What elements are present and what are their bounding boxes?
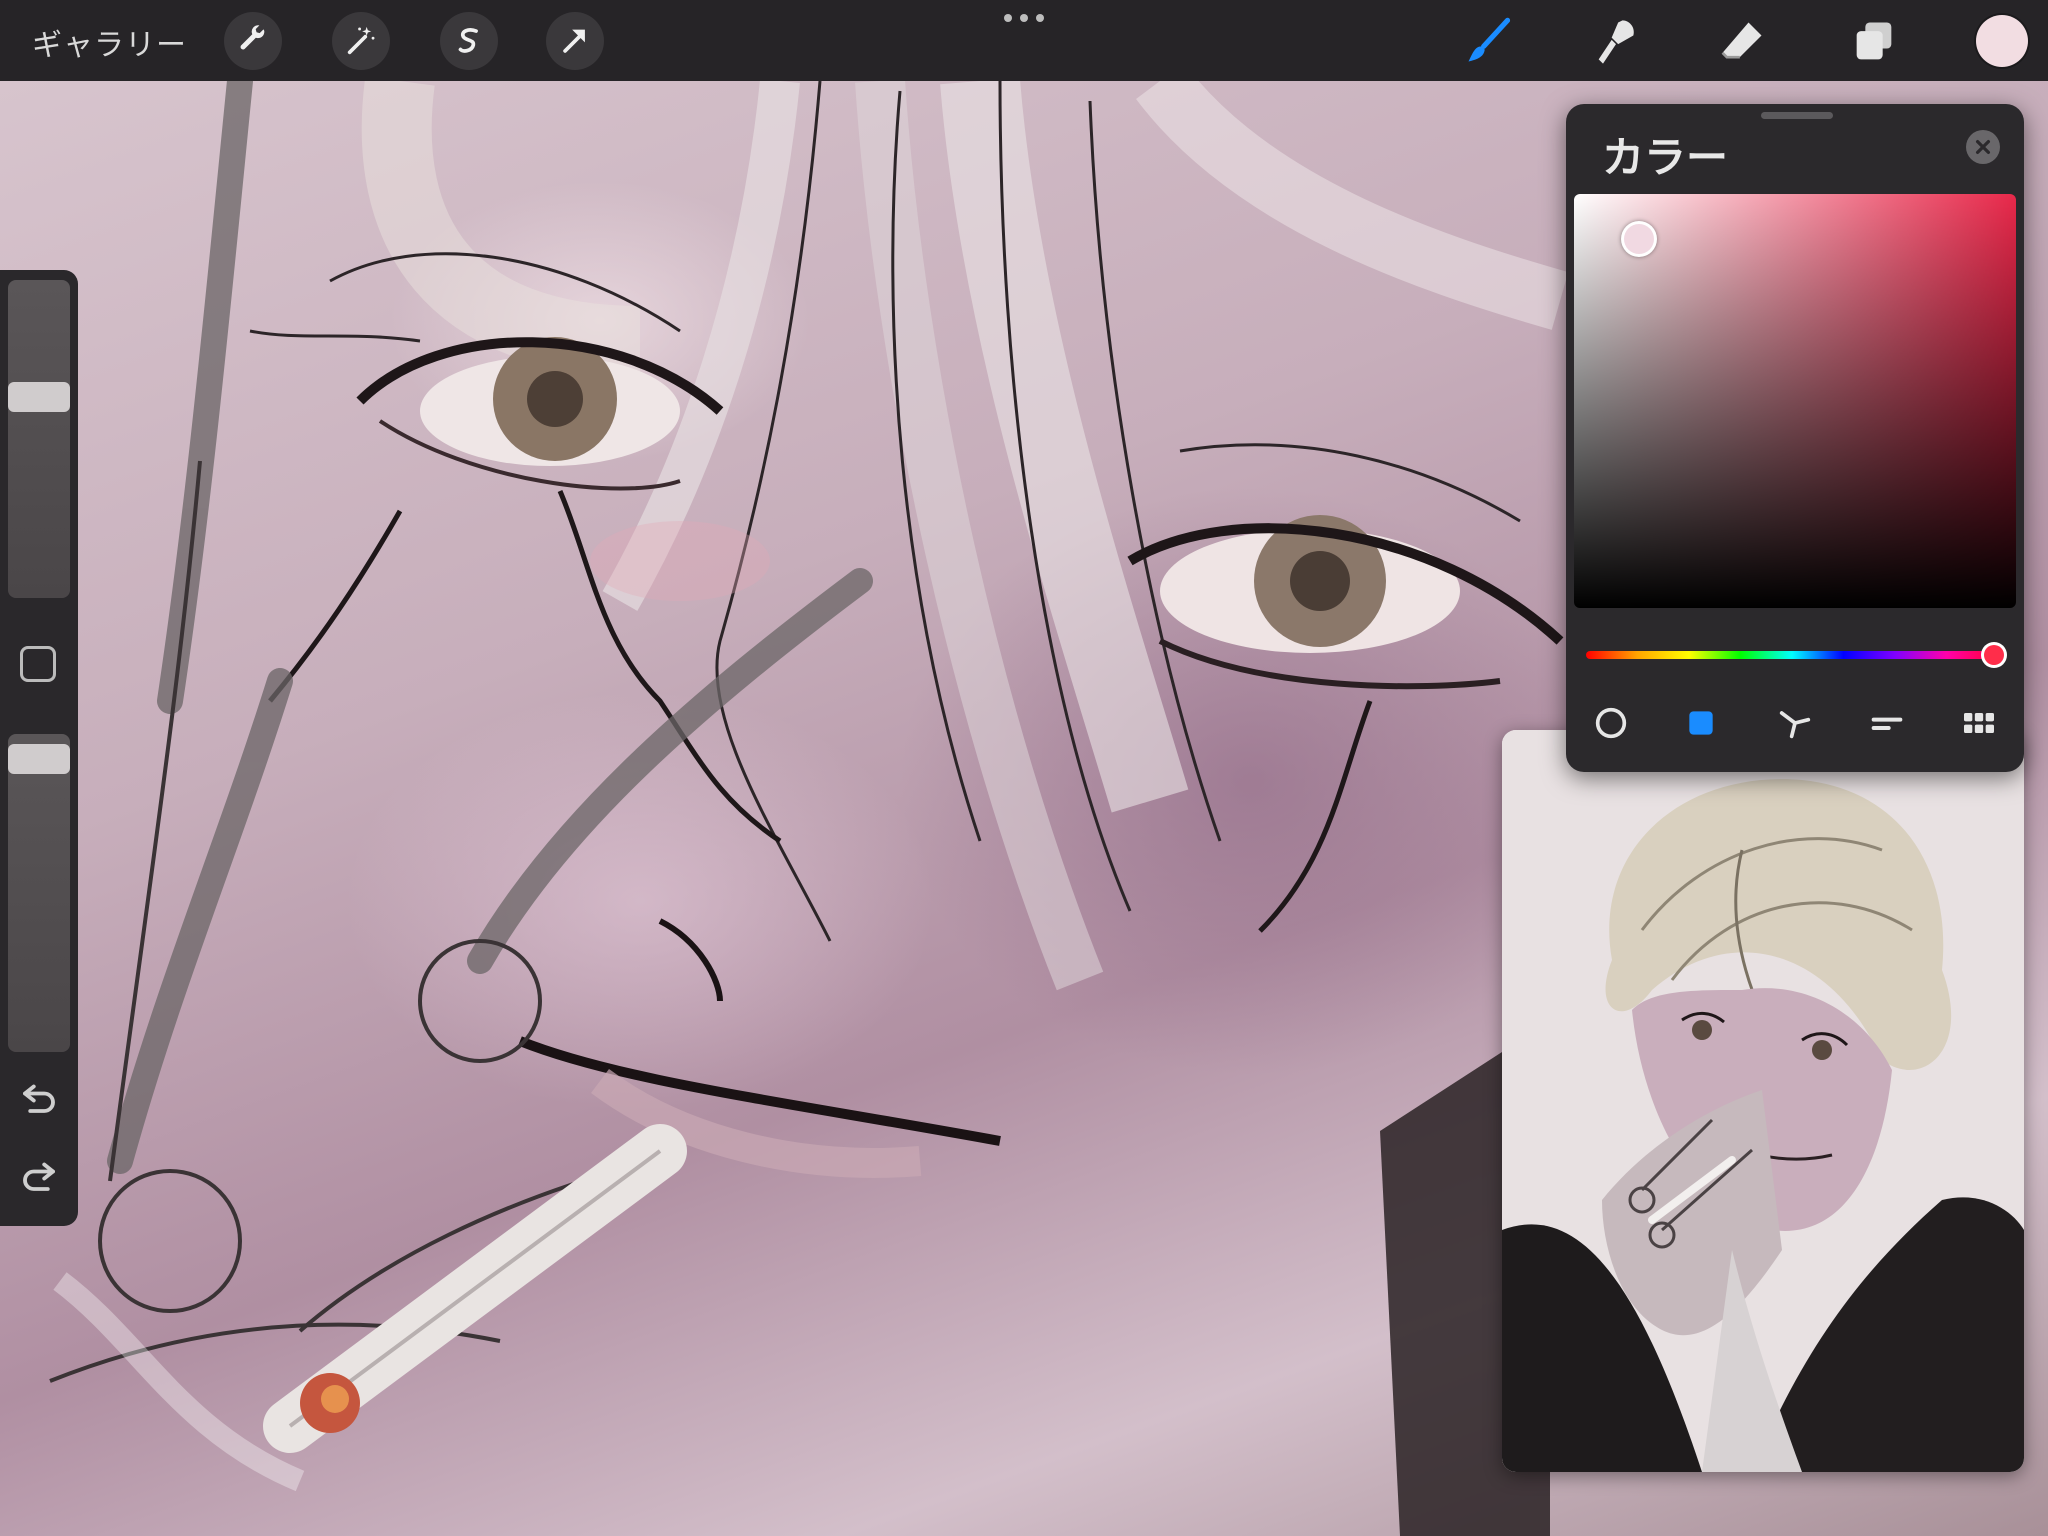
- selection-s-icon: [458, 28, 478, 53]
- disc-mode[interactable]: [1588, 700, 1634, 746]
- hue-slider-thumb[interactable]: [1984, 645, 2004, 665]
- actions-button[interactable]: [224, 12, 282, 70]
- magic-wand-icon: [347, 26, 375, 55]
- selection-button[interactable]: [440, 12, 498, 70]
- brush-tool[interactable]: [1456, 10, 1520, 74]
- adjustments-button[interactable]: [332, 12, 390, 70]
- palette-grid-icon: [1964, 713, 1994, 733]
- transform-button[interactable]: [546, 12, 604, 70]
- layers-button[interactable]: [1842, 10, 1906, 74]
- color-panel: カラー: [1566, 104, 2024, 772]
- modify-button[interactable]: [20, 646, 56, 682]
- value-mode[interactable]: [1864, 700, 1910, 746]
- layers-icon: [1856, 22, 1892, 60]
- color-panel-title: カラー: [1602, 133, 1729, 182]
- left-sidebar: [0, 270, 78, 1226]
- current-color-swatch[interactable]: [1976, 15, 2028, 67]
- disc-icon: [1595, 707, 1627, 739]
- reference-image: [1502, 730, 2024, 1472]
- harmony-mode[interactable]: [1772, 700, 1818, 746]
- more-dots-icon[interactable]: [1000, 8, 1048, 28]
- brush-size-thumb[interactable]: [8, 382, 70, 412]
- harmony-icon: [1779, 711, 1811, 739]
- palettes-mode[interactable]: [1956, 700, 2002, 746]
- gallery-button[interactable]: ギャラリー: [32, 20, 187, 64]
- reference-window[interactable]: [1502, 730, 2024, 1472]
- opacity-slider[interactable]: [8, 734, 70, 1052]
- undo-icon[interactable]: [18, 1076, 60, 1118]
- panel-grabber[interactable]: [1761, 112, 1833, 119]
- top-toolbar: ギャラリー: [0, 0, 2048, 81]
- close-panel-button[interactable]: [1966, 130, 2000, 164]
- redo-icon[interactable]: [18, 1154, 60, 1196]
- classic-mode[interactable]: [1678, 700, 1724, 746]
- smudge-tool[interactable]: [1584, 10, 1648, 74]
- opacity-thumb[interactable]: [8, 744, 70, 774]
- arrow-cursor-icon: [563, 29, 585, 53]
- value-sliders-icon: [1871, 717, 1903, 730]
- brush-icon: [1468, 17, 1511, 62]
- hue-slider[interactable]: [1586, 651, 1998, 659]
- classic-square-icon: [1689, 711, 1713, 735]
- smudge-icon: [1598, 20, 1634, 64]
- brush-size-slider[interactable]: [8, 280, 70, 598]
- color-picker-handle[interactable]: [1624, 224, 1654, 254]
- eraser-tool[interactable]: [1710, 10, 1774, 74]
- close-icon: [1975, 139, 1991, 155]
- wrench-icon: [240, 25, 265, 50]
- saturation-brightness-square[interactable]: [1574, 194, 2016, 608]
- eraser-icon: [1721, 22, 1762, 59]
